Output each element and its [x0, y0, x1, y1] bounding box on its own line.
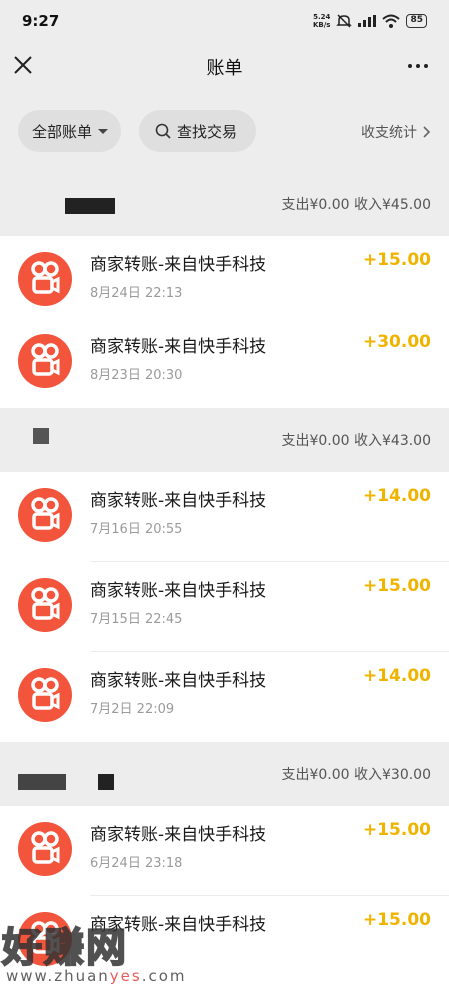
close-icon	[14, 56, 32, 74]
row-date: 8月24日 22:13	[90, 286, 183, 301]
all-bills-label: 全部账单	[32, 122, 93, 141]
redacted-month	[98, 774, 114, 790]
row-amount: +15.00	[362, 820, 431, 840]
row-amount: +15.00	[362, 576, 431, 596]
kuaishou-icon	[18, 334, 72, 388]
network-speed: 5.24 KB/s	[312, 13, 331, 29]
section-header: 支出¥0.00 收入¥45.00	[0, 172, 449, 236]
search-label: 查找交易	[177, 122, 238, 141]
watermark-url: www.zhuanyes.com	[6, 967, 187, 985]
row-amount: +30.00	[362, 332, 431, 352]
more-icon-dot	[424, 64, 428, 68]
more-icon-dot	[416, 64, 420, 68]
row-title: 商家转账-来自快手科技	[90, 671, 267, 691]
row-amount: +15.00	[362, 250, 431, 270]
row-amount: +15.00	[362, 910, 431, 930]
watermark: 好赚网 www.zhuanyes.com	[0, 915, 200, 1000]
transaction-row[interactable]: 商家转账-来自快手科技 7月2日 22:09 +14.00	[0, 652, 449, 742]
kuaishou-icon	[18, 488, 72, 542]
income-expense-stats-link[interactable]: 收支统计	[361, 122, 431, 142]
search-transactions-button[interactable]: 查找交易	[139, 110, 256, 152]
transaction-row[interactable]: 商家转账-来自快手科技 7月15日 22:45 +15.00	[0, 562, 449, 652]
status-icons: 5.24 KB/s 85	[313, 13, 427, 29]
battery-indicator: 85	[406, 14, 427, 28]
row-date: 8月23日 20:30	[90, 368, 183, 383]
row-amount: +14.00	[362, 666, 431, 686]
status-bar: 9:27 5.24 KB/s 85	[0, 0, 449, 42]
search-icon	[155, 123, 171, 139]
transaction-row[interactable]: 商家转账-来自快手科技 7月16日 20:55 +14.00	[0, 472, 449, 562]
more-icon-dot	[408, 64, 412, 68]
section-header: 支出¥0.00 收入¥43.00	[0, 408, 449, 472]
status-time: 9:27	[22, 12, 60, 30]
section-summary: 支出¥0.00 收入¥30.00	[281, 767, 431, 783]
close-button[interactable]	[10, 52, 36, 78]
caret-down-icon	[98, 128, 109, 134]
row-title: 商家转账-来自快手科技	[90, 491, 267, 511]
row-title: 商家转账-来自快手科技	[90, 825, 267, 845]
chevron-right-icon	[423, 126, 431, 138]
transaction-row[interactable]: 商家转账-来自快手科技 8月24日 22:13 +15.00	[0, 236, 449, 326]
row-title: 商家转账-来自快手科技	[90, 581, 267, 601]
row-title: 商家转账-来自快手科技	[90, 255, 267, 275]
kuaishou-icon	[18, 252, 72, 306]
all-bills-dropdown[interactable]: 全部账单	[18, 110, 121, 152]
filter-bar: 全部账单 查找交易 收支统计	[0, 110, 449, 152]
row-date: 6月24日 23:18	[90, 856, 183, 871]
mute-icon	[336, 14, 353, 28]
page-title: 账单	[206, 58, 243, 79]
transaction-row[interactable]: 商家转账-来自快手科技 6月24日 23:18 +15.00	[0, 806, 449, 896]
section-header: 支出¥0.00 收入¥30.00	[0, 742, 449, 806]
watermark-logo: 好赚网	[1, 924, 128, 972]
nav-bar: 账单	[0, 42, 449, 92]
redacted-month	[18, 774, 66, 790]
row-date: 7月2日 22:09	[90, 702, 175, 717]
section-summary: 支出¥0.00 收入¥45.00	[281, 197, 431, 213]
signal-icon	[358, 15, 377, 27]
stats-label: 收支统计	[361, 125, 417, 141]
row-title: 商家转账-来自快手科技	[90, 337, 267, 357]
kuaishou-icon	[18, 822, 72, 876]
redacted-month	[33, 428, 49, 444]
kuaishou-icon	[18, 668, 72, 722]
section-summary: 支出¥0.00 收入¥43.00	[281, 433, 431, 449]
transaction-row[interactable]: 商家转账-来自快手科技 8月23日 20:30 +30.00	[0, 318, 449, 408]
more-button[interactable]	[403, 54, 433, 78]
row-amount: +14.00	[362, 486, 431, 506]
kuaishou-icon	[18, 578, 72, 632]
redacted-month	[65, 198, 115, 214]
wifi-icon	[382, 14, 401, 28]
row-date: 7月16日 20:55	[90, 522, 183, 537]
row-date: 7月15日 22:45	[90, 612, 183, 627]
